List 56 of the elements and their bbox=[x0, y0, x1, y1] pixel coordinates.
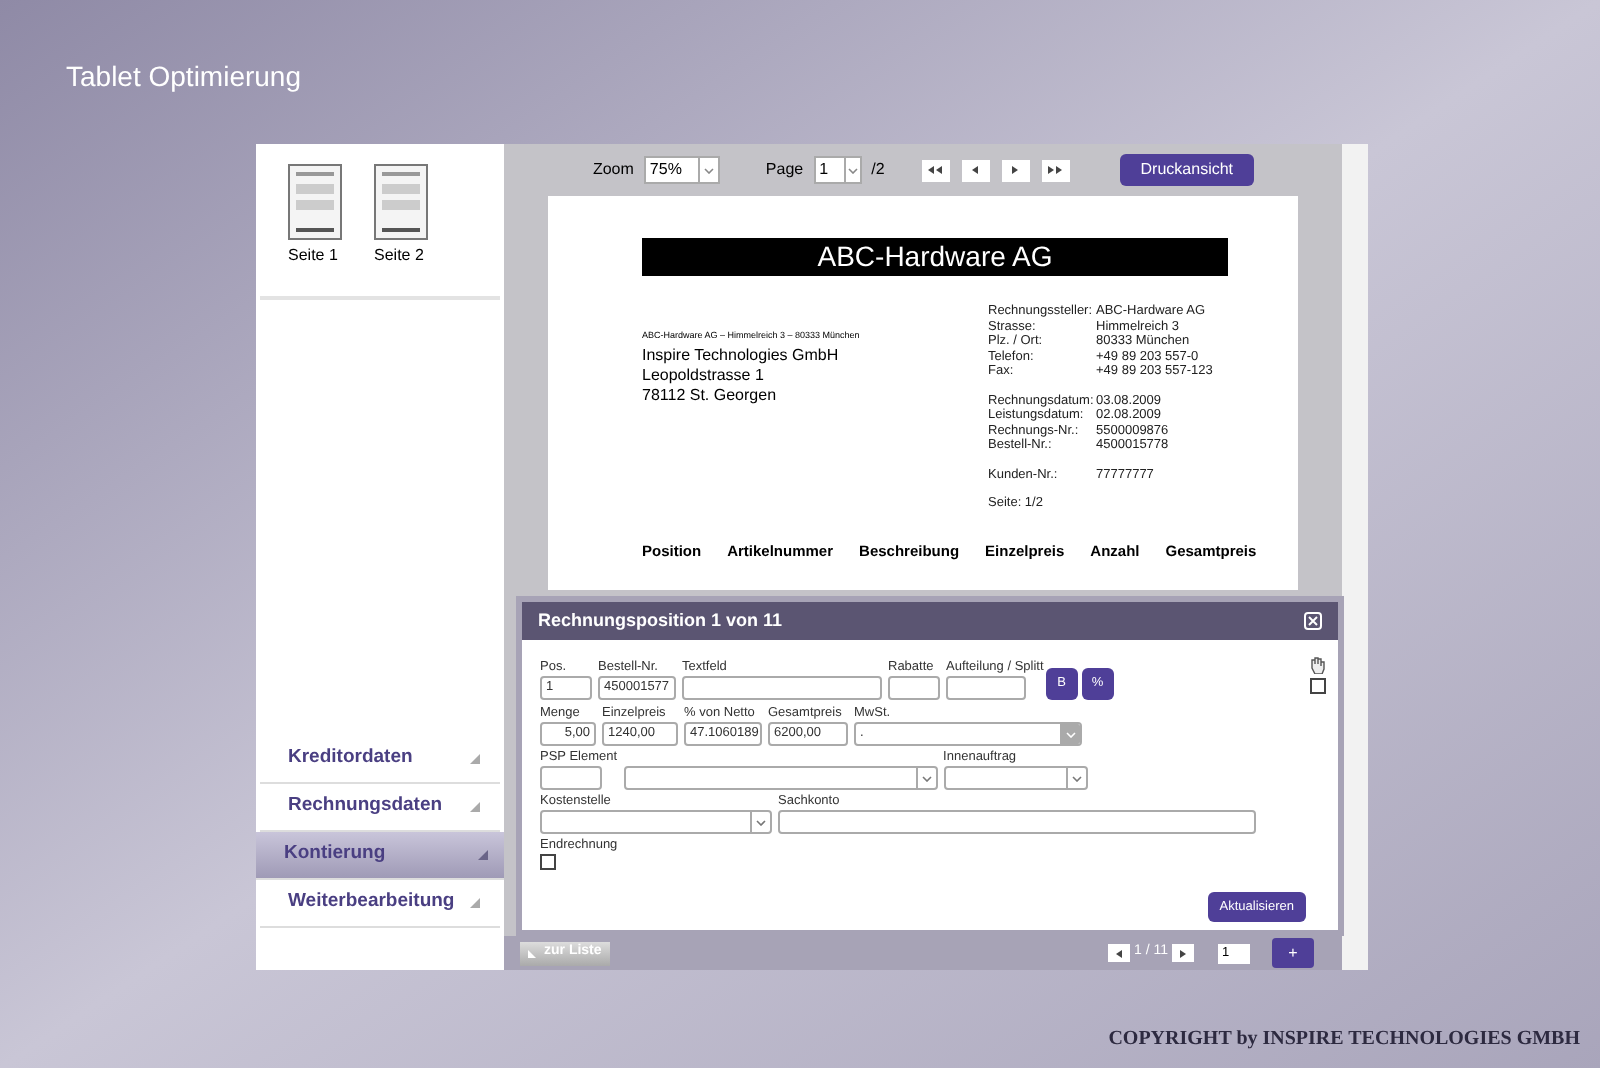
thumbnail-label: Seite 2 bbox=[374, 244, 424, 268]
corner-triangle-icon bbox=[470, 802, 480, 812]
input-field[interactable] bbox=[682, 676, 882, 700]
zoom-select[interactable]: 75% bbox=[643, 156, 720, 184]
dialog-title: Rechnungsposition 1 von 11 bbox=[538, 607, 783, 634]
caret-icon bbox=[1066, 731, 1076, 737]
corner-triangle-icon bbox=[470, 898, 480, 908]
right-arrow-icon bbox=[1012, 166, 1021, 174]
corner-triangle-icon bbox=[470, 754, 480, 764]
input-field[interactable] bbox=[946, 676, 1026, 700]
caret-icon bbox=[1071, 775, 1082, 781]
left-arrow-icon bbox=[1116, 949, 1122, 957]
thumbnail-label: Seite 1 bbox=[288, 244, 338, 268]
checkbox[interactable] bbox=[540, 854, 556, 870]
corner-triangle-icon bbox=[478, 850, 488, 860]
page-total: /2 bbox=[871, 158, 885, 182]
page-select[interactable]: 1 bbox=[813, 156, 862, 184]
caret-icon bbox=[703, 167, 714, 173]
address-line: Inspire Technologies GmbH bbox=[642, 345, 841, 366]
caret-icon bbox=[756, 819, 766, 825]
page-nav-button[interactable] bbox=[1108, 944, 1130, 962]
input-field[interactable] bbox=[540, 766, 602, 790]
page-label: Page bbox=[765, 158, 804, 182]
input-field[interactable] bbox=[778, 810, 1256, 834]
slide-title: Tablet Optimierung bbox=[66, 58, 302, 96]
hand-icon bbox=[1310, 656, 1326, 674]
caret-icon bbox=[847, 167, 858, 173]
left-arrow-icon bbox=[972, 166, 981, 174]
skip-button[interactable] bbox=[922, 159, 951, 181]
input-field[interactable] bbox=[888, 676, 940, 700]
double-left-arrow-icon bbox=[928, 166, 945, 174]
dropdown-field[interactable] bbox=[943, 766, 1088, 790]
corner-triangle-icon bbox=[528, 949, 536, 957]
zoom-label: Zoom bbox=[592, 158, 634, 182]
checkbox[interactable] bbox=[1310, 678, 1326, 694]
address-line: 78112 St. Georgen bbox=[642, 385, 779, 406]
close-icon[interactable] bbox=[1304, 612, 1322, 630]
caret-icon bbox=[921, 775, 932, 781]
copyright-text: COPYRIGHT by INSPIRE TECHNOLOGIES GMBH bbox=[1108, 1026, 1580, 1054]
nav-item[interactable]: Weiterbearbeitung bbox=[260, 880, 500, 928]
company-banner: ABC-Hardware AG bbox=[642, 238, 1228, 276]
dropdown-field[interactable] bbox=[623, 766, 938, 790]
address-line: Leopoldstrasse 1 bbox=[642, 365, 766, 386]
add-button[interactable]: + bbox=[1272, 938, 1314, 968]
double-right-arrow-icon bbox=[1048, 166, 1065, 174]
right-arrow-icon bbox=[1180, 949, 1186, 957]
page-nav-button[interactable] bbox=[1002, 159, 1031, 181]
nav-item[interactable]: Kreditordaten bbox=[260, 736, 500, 784]
dropdown-field[interactable] bbox=[540, 810, 772, 834]
page-nav-button[interactable] bbox=[1172, 944, 1194, 962]
page-nav-button[interactable] bbox=[962, 159, 991, 181]
nav-item[interactable]: Kontierung bbox=[256, 832, 508, 880]
page-thumbnail[interactable] bbox=[288, 164, 342, 240]
skip-button[interactable] bbox=[1042, 159, 1071, 181]
print-view-button[interactable]: Druckansicht bbox=[1120, 154, 1254, 186]
page-thumbnail[interactable] bbox=[374, 164, 428, 240]
